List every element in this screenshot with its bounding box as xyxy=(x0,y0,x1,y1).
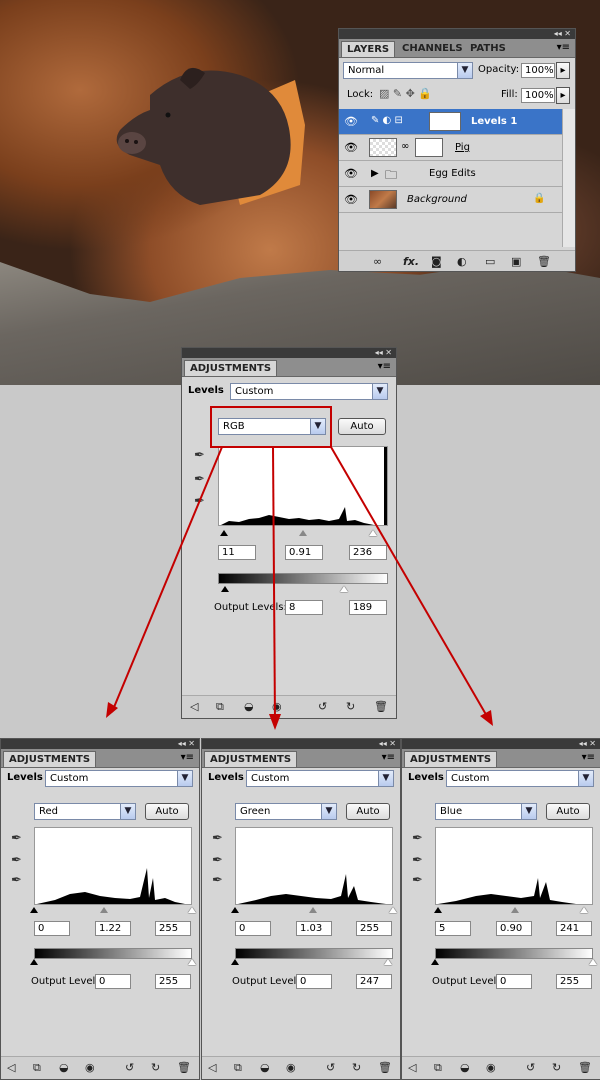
channel-highlight-box xyxy=(210,406,332,448)
arrow-to-blue-panel xyxy=(330,446,489,719)
arrowhead-blue xyxy=(480,710,493,726)
arrowhead-green xyxy=(269,714,281,730)
arrow-to-green-panel xyxy=(272,446,276,723)
arrow-to-red-panel xyxy=(111,446,223,713)
annotation-overlay xyxy=(106,406,493,730)
